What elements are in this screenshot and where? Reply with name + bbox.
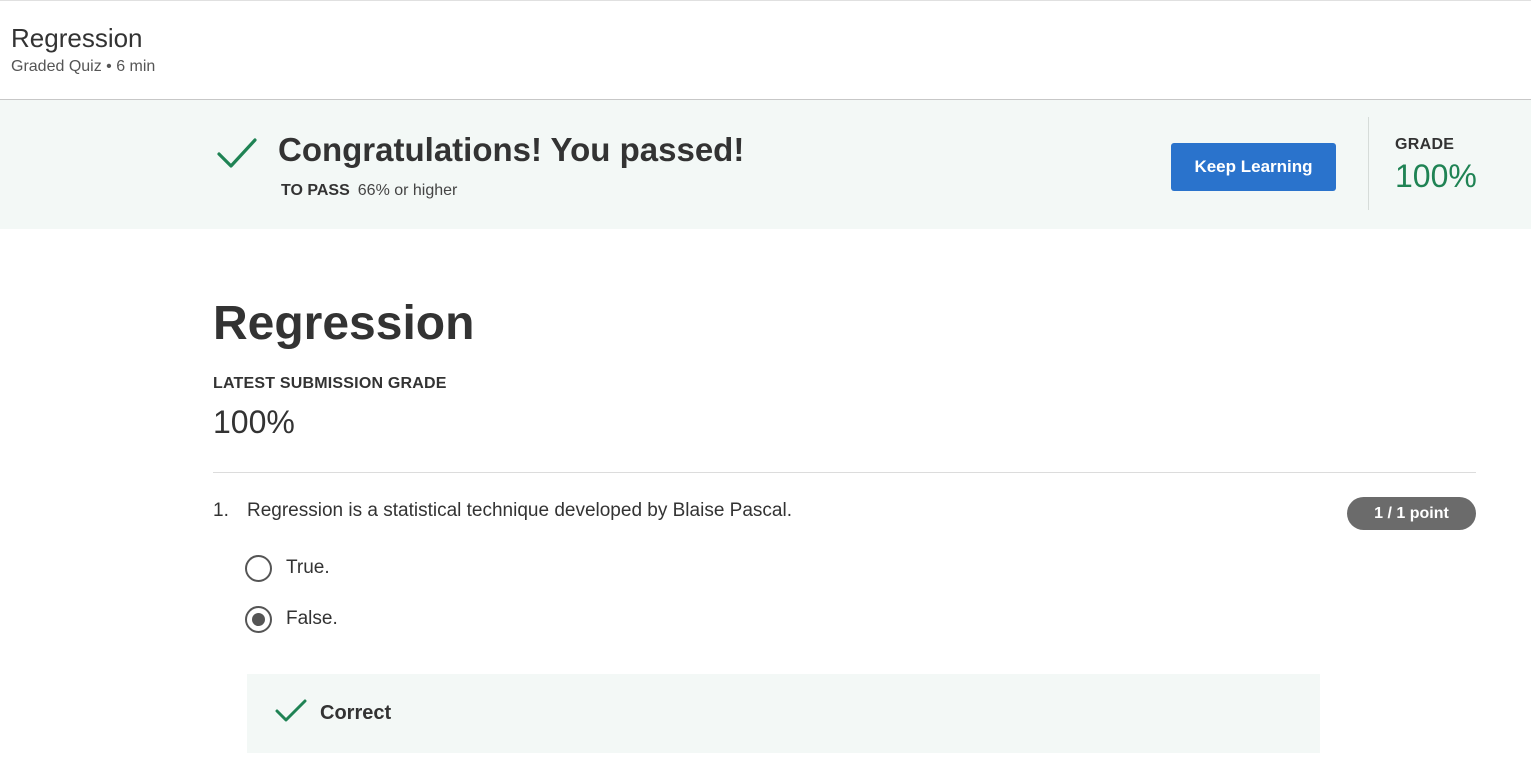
page-header: Regression Graded Quiz • 6 min — [0, 0, 1531, 100]
latest-submission-grade: 100% — [213, 404, 295, 440]
header-title: Regression — [11, 23, 143, 53]
section-divider — [213, 472, 1476, 473]
radio-button[interactable] — [245, 554, 272, 582]
header-subtitle: Graded Quiz • 6 min — [11, 58, 156, 75]
pass-message: Congratulations! You passed! — [278, 131, 745, 168]
feedback-box: Correct — [247, 674, 1320, 753]
quiz-page: Regression Graded Quiz • 6 min Congratul… — [0, 0, 1531, 764]
option-label: True. — [286, 557, 330, 578]
feedback-label: Correct — [320, 702, 392, 724]
keep-learning-button[interactable]: Keep Learning — [1171, 143, 1336, 191]
pass-threshold: TO PASS 66% or higher — [281, 182, 457, 200]
points-badge: 1 / 1 point — [1347, 497, 1476, 530]
option-label: False. — [286, 608, 338, 629]
latest-submission-label: LATEST SUBMISSION GRADE — [213, 375, 447, 392]
check-icon — [217, 138, 257, 168]
question-text: Regression is a statistical technique de… — [247, 500, 792, 521]
radio-button-selected[interactable] — [245, 605, 272, 633]
banner-divider — [1368, 117, 1369, 210]
page-title: Regression — [213, 297, 475, 350]
check-icon — [275, 699, 307, 722]
to-pass-value: 66% or higher — [357, 182, 458, 199]
to-pass-label: TO PASS — [281, 182, 350, 199]
option-true[interactable]: True. — [245, 554, 330, 582]
option-false[interactable]: False. — [245, 605, 338, 633]
grade-label: GRADE — [1395, 136, 1455, 153]
grade-value: 100% — [1395, 158, 1477, 194]
question-number: 1. — [213, 500, 229, 521]
